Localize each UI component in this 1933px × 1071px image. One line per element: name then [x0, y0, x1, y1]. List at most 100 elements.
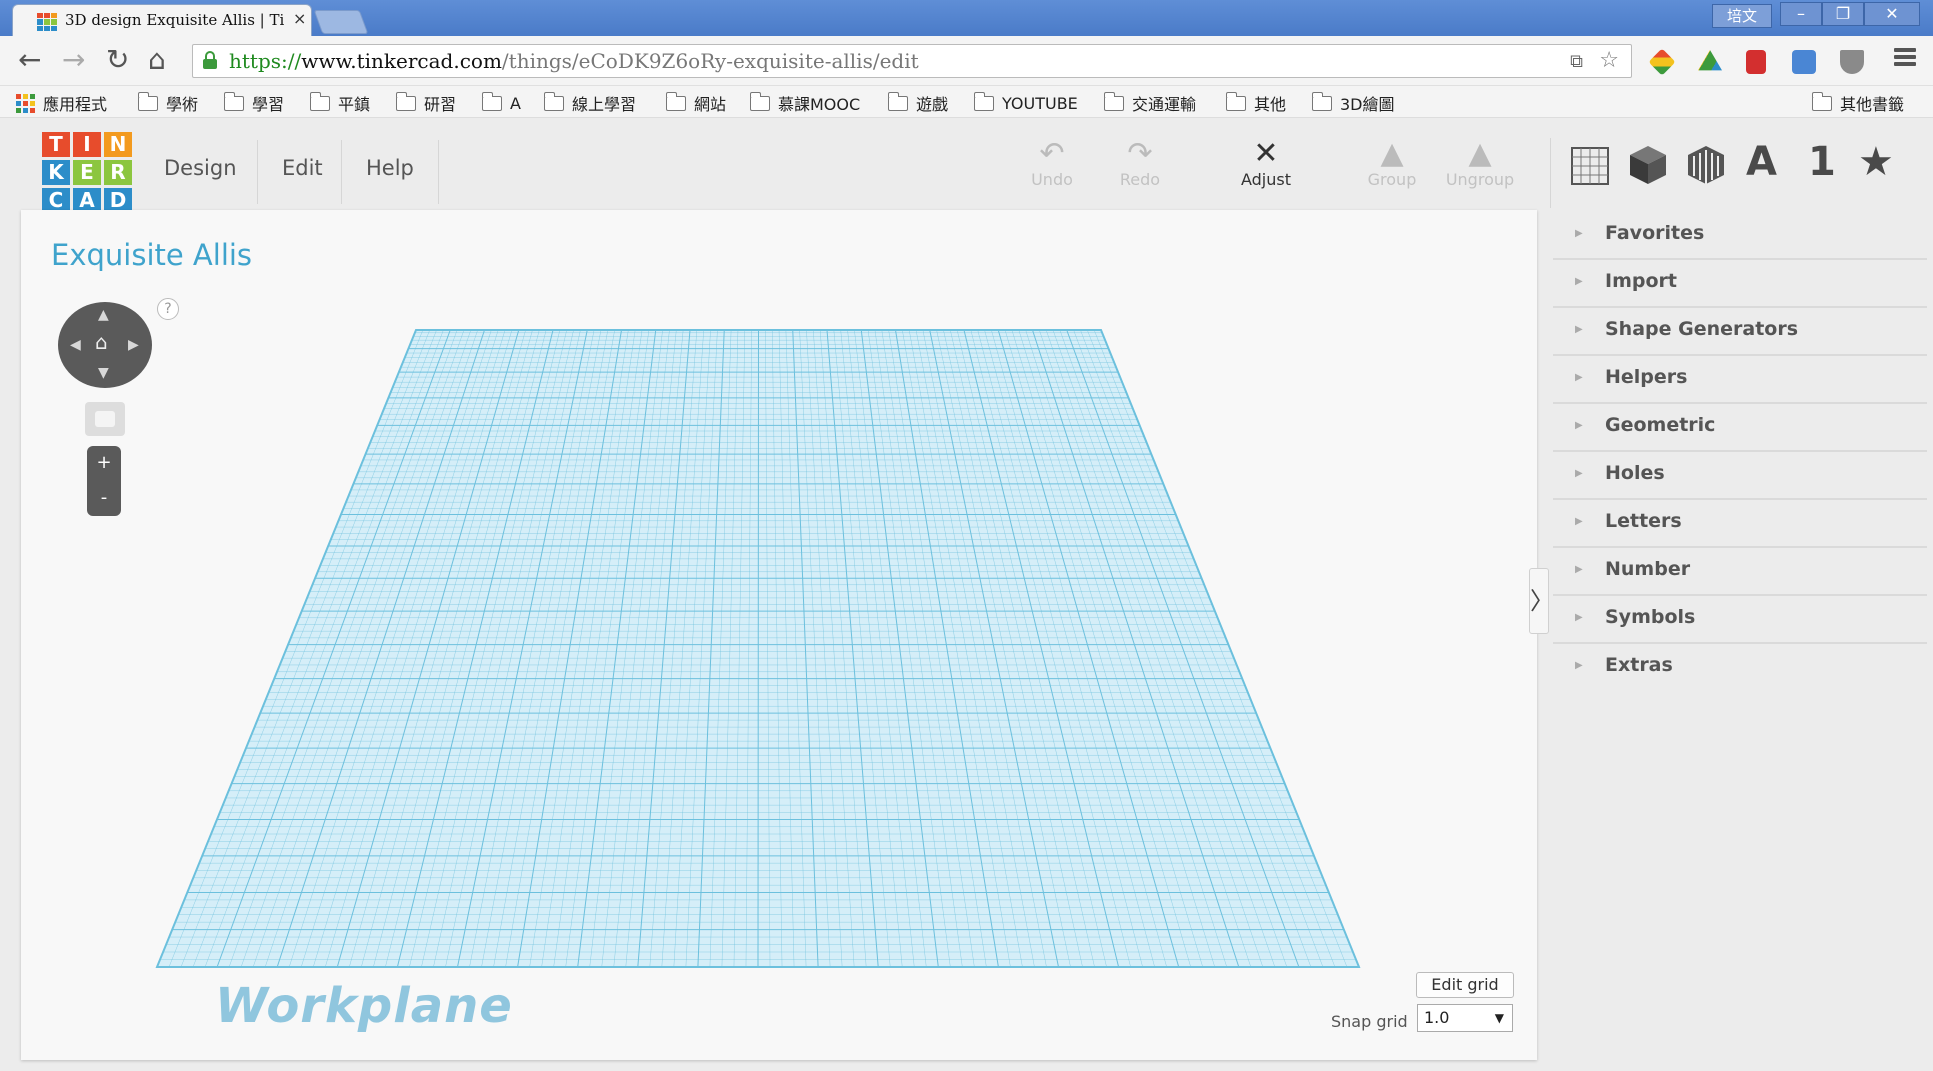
folder-icon: [396, 91, 416, 111]
panel-item-extras[interactable]: ▶ Extras: [1553, 644, 1927, 692]
bookmark-folder[interactable]: A: [482, 91, 521, 114]
ungroup-button[interactable]: ▲ Ungroup: [1440, 136, 1520, 190]
expand-triangle-icon: ▶: [1575, 276, 1583, 287]
panel-item-geometric[interactable]: ▶ Geometric: [1553, 404, 1927, 452]
orbit-control[interactable]: ▲ ▼ ◀ ▶ ⌂: [58, 302, 152, 388]
panel-item-import[interactable]: ▶ Import: [1553, 260, 1927, 308]
forward-icon[interactable]: →: [62, 46, 85, 74]
redo-button[interactable]: ↷ Redo: [1100, 138, 1180, 190]
box-icon[interactable]: [1628, 144, 1668, 186]
bookmark-folder[interactable]: 學術: [138, 91, 198, 114]
panel-item-label: Holes: [1605, 462, 1665, 484]
drive-icon[interactable]: [1698, 50, 1722, 71]
panel-item-label: Shape Generators: [1605, 318, 1799, 340]
bookmark-folder[interactable]: 平鎮: [310, 91, 370, 114]
panel-item-label: Letters: [1605, 510, 1682, 532]
bookmark-folder[interactable]: 交通運輸: [1104, 91, 1196, 114]
folder-icon: [482, 91, 502, 111]
panel-collapse-toggle[interactable]: 〉: [1529, 568, 1554, 634]
apps-icon: [16, 93, 35, 113]
folder-icon: [1312, 91, 1332, 111]
fit-view-button[interactable]: [85, 402, 125, 436]
panel-item-symbols[interactable]: ▶ Symbols: [1553, 596, 1927, 644]
menu-design[interactable]: Design: [164, 156, 237, 180]
folder-icon: [750, 91, 770, 111]
extension-icon[interactable]: [1648, 48, 1676, 76]
bookmark-folder[interactable]: YOUTUBE: [974, 91, 1078, 114]
panel-item-favorites[interactable]: ▶ Favorites: [1553, 212, 1927, 260]
logo-letter: K: [42, 160, 70, 185]
snap-grid-label: Snap grid: [1331, 1012, 1408, 1031]
numbers-icon[interactable]: 1: [1808, 140, 1836, 184]
panel-item-label: Extras: [1605, 654, 1673, 676]
help-icon[interactable]: ?: [157, 298, 179, 320]
orbit-right-icon[interactable]: ▶: [128, 338, 139, 352]
bookmark-folder[interactable]: 遊戲: [888, 91, 948, 114]
menu-help[interactable]: Help: [366, 156, 414, 180]
bookmark-folder[interactable]: 學習: [224, 91, 284, 114]
workplane-grid[interactable]: [21, 210, 1537, 1060]
folder-icon: [138, 91, 158, 111]
letters-icon[interactable]: A: [1746, 140, 1777, 184]
reload-icon[interactable]: ↻: [106, 46, 129, 74]
menu-divider: [257, 140, 258, 204]
menu-edit[interactable]: Edit: [282, 156, 323, 180]
orbit-up-icon[interactable]: ▲: [98, 308, 109, 322]
design-viewport[interactable]: Exquisite Allis ▲ ▼ ◀ ▶ ⌂ ? + - Workplan…: [21, 210, 1537, 1060]
bookmark-extension-icon[interactable]: [1746, 50, 1766, 74]
panel-item-helpers[interactable]: ▶ Helpers: [1553, 356, 1927, 404]
zoom-out-button[interactable]: -: [87, 481, 121, 516]
download-extension-icon[interactable]: [1840, 50, 1864, 74]
shape-icon[interactable]: [1686, 144, 1726, 186]
snap-grid-value: 1.0: [1424, 1008, 1450, 1027]
zoom-control: + -: [87, 446, 121, 516]
google-translate-icon[interactable]: [1792, 50, 1816, 74]
ungroup-icon: ▲: [1468, 136, 1492, 171]
home-view-icon[interactable]: ⌂: [95, 332, 108, 352]
address-bar[interactable]: https://www.tinkercad.com/things/eCoDK9Z…: [192, 44, 1632, 78]
folder-icon: [224, 91, 244, 111]
folder-icon: [1226, 91, 1246, 111]
home-icon[interactable]: ⌂: [148, 46, 166, 74]
group-button[interactable]: ▲ Group: [1352, 138, 1432, 190]
translate-icon[interactable]: ⧉: [1570, 51, 1583, 72]
zoom-in-button[interactable]: +: [87, 446, 121, 481]
star-icon[interactable]: ★: [1858, 140, 1894, 184]
orbit-down-icon[interactable]: ▼: [98, 366, 109, 380]
back-icon[interactable]: ←: [18, 46, 41, 74]
bookmark-folder[interactable]: 線上學習: [544, 91, 636, 114]
profile-button[interactable]: 培文: [1712, 4, 1772, 28]
new-tab-button[interactable]: [313, 10, 369, 34]
bookmark-folder[interactable]: 網站: [666, 91, 726, 114]
restore-button[interactable]: ❐: [1822, 2, 1864, 26]
bookmark-folder[interactable]: 研習: [396, 91, 456, 114]
close-window-button[interactable]: ✕: [1864, 2, 1920, 26]
tinkercad-logo[interactable]: T I N K E R C A D: [42, 132, 132, 214]
bookmark-folder[interactable]: 慕課MOOC: [750, 91, 860, 114]
url-text[interactable]: https://www.tinkercad.com/things/eCoDK9Z…: [229, 49, 919, 73]
tab-close-icon[interactable]: ×: [293, 9, 306, 28]
edit-grid-button[interactable]: Edit grid: [1416, 972, 1514, 998]
undo-button[interactable]: ↶ Undo: [1012, 138, 1092, 190]
orbit-left-icon[interactable]: ◀: [70, 338, 81, 352]
design-title[interactable]: Exquisite Allis: [51, 238, 252, 272]
adjust-button[interactable]: ✕ Adjust: [1226, 138, 1306, 190]
expand-triangle-icon: ▶: [1575, 324, 1583, 335]
folder-icon: [1812, 91, 1832, 111]
bookmark-other-folder[interactable]: 其他書籤: [1812, 91, 1904, 114]
panel-item-number[interactable]: ▶ Number: [1553, 548, 1927, 596]
panel-item-letters[interactable]: ▶ Letters: [1553, 500, 1927, 548]
browser-tab-active[interactable]: 3D design Exquisite Allis | Ti ×: [12, 4, 312, 36]
snap-grid-select[interactable]: 1.0 ▼: [1417, 1004, 1513, 1032]
workplane-icon[interactable]: [1570, 146, 1610, 186]
panel-item-shape-generators[interactable]: ▶ Shape Generators: [1553, 308, 1927, 356]
bookmark-folder[interactable]: 3D繪圖: [1312, 91, 1395, 114]
bookmark-folder[interactable]: 其他: [1226, 91, 1286, 114]
panel-item-holes[interactable]: ▶ Holes: [1553, 452, 1927, 500]
minimize-button[interactable]: –: [1780, 2, 1822, 26]
menu-icon[interactable]: [1894, 48, 1916, 68]
bookmark-star-icon[interactable]: ☆: [1599, 48, 1619, 73]
panel-item-label: Symbols: [1605, 606, 1696, 628]
ungroup-label: Ungroup: [1445, 170, 1515, 189]
bookmark-apps[interactable]: 應用程式: [16, 92, 107, 114]
